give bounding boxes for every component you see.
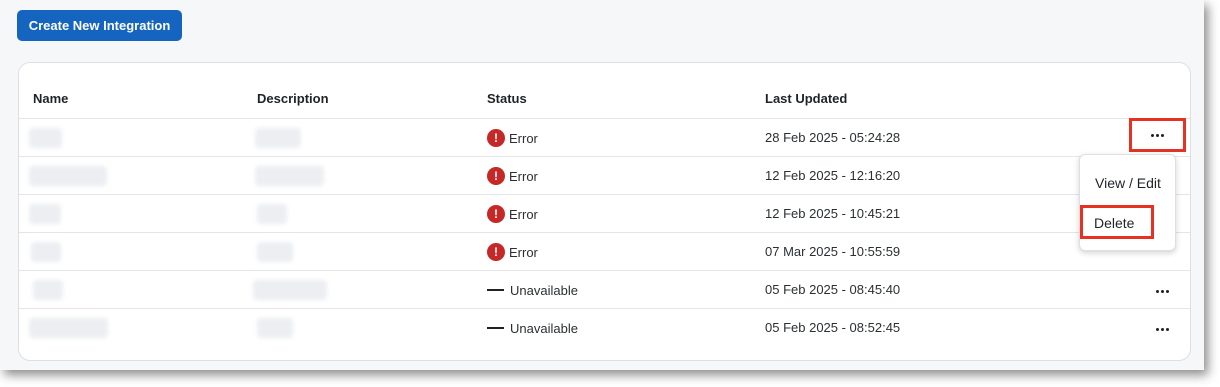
last-updated-cell: 05 Feb 2025 - 08:45:40 <box>765 282 901 297</box>
menu-item-view-edit[interactable]: View / Edit <box>1095 175 1161 191</box>
column-header-name[interactable]: Name <box>33 91 68 106</box>
create-new-integration-button[interactable]: Create New Integration <box>17 10 182 41</box>
status-cell: Unavailable <box>487 309 578 347</box>
last-updated-cell: 28 Feb 2025 - 05:24:28 <box>765 130 901 145</box>
status-text: Unavailable <box>510 282 578 298</box>
redacted-name <box>29 128 62 148</box>
dash-icon <box>487 327 504 329</box>
status-text: Error <box>509 168 538 184</box>
last-updated-cell: 07 Mar 2025 - 10:55:59 <box>765 244 901 259</box>
redacted-description <box>257 318 293 338</box>
column-header-description[interactable]: Description <box>257 91 329 106</box>
table-row[interactable]: ! Error 28 Feb 2025 - 05:24:28 <box>19 119 1190 157</box>
redacted-name <box>31 242 61 262</box>
redacted-description <box>255 128 301 148</box>
table-row[interactable]: Unavailable 05 Feb 2025 - 08:52:45 <box>19 309 1190 347</box>
status-cell: Unavailable <box>487 271 578 309</box>
row-actions-button[interactable] <box>1147 280 1177 302</box>
redacted-name <box>29 204 61 224</box>
error-icon: ! <box>487 205 505 223</box>
status-cell: ! Error <box>487 233 538 271</box>
status-text: Error <box>509 130 538 146</box>
status-text: Error <box>509 206 538 222</box>
last-updated-cell: 12 Feb 2025 - 12:16:20 <box>765 168 901 183</box>
last-updated-cell: 05 Feb 2025 - 08:52:45 <box>765 320 901 335</box>
redacted-name <box>33 280 63 300</box>
error-icon: ! <box>487 129 505 147</box>
redacted-description <box>257 204 287 224</box>
status-cell: ! Error <box>487 195 538 233</box>
column-header-status[interactable]: Status <box>487 91 527 106</box>
status-text: Error <box>509 244 538 260</box>
status-text: Unavailable <box>510 320 578 336</box>
table-row[interactable]: ! Error 12 Feb 2025 - 12:16:20 <box>19 157 1190 195</box>
redacted-description <box>257 242 293 262</box>
status-cell: ! Error <box>487 119 538 157</box>
status-cell: ! Error <box>487 157 538 195</box>
redacted-description <box>253 280 327 300</box>
error-icon: ! <box>487 243 505 261</box>
integrations-table: Name Description Status Last Updated ! E… <box>18 62 1191 361</box>
table-row[interactable]: ! Error 12 Feb 2025 - 10:45:21 <box>19 195 1190 233</box>
redacted-name <box>29 318 108 338</box>
table-row[interactable]: Unavailable 05 Feb 2025 - 08:45:40 <box>19 271 1190 309</box>
row-actions-button[interactable] <box>1147 318 1177 340</box>
error-icon: ! <box>487 167 505 185</box>
table-header: Name Description Status Last Updated <box>19 63 1190 119</box>
redacted-name <box>29 166 107 186</box>
row-actions-button-highlighted[interactable] <box>1129 118 1186 152</box>
dash-icon <box>487 289 504 291</box>
page-frame: Create New Integration Name Description … <box>0 0 1204 370</box>
menu-item-delete[interactable]: Delete <box>1094 215 1134 231</box>
column-header-last-updated[interactable]: Last Updated <box>765 91 847 106</box>
redacted-description <box>255 166 324 186</box>
table-row[interactable]: ! Error 07 Mar 2025 - 10:55:59 <box>19 233 1190 271</box>
last-updated-cell: 12 Feb 2025 - 10:45:21 <box>765 206 901 221</box>
